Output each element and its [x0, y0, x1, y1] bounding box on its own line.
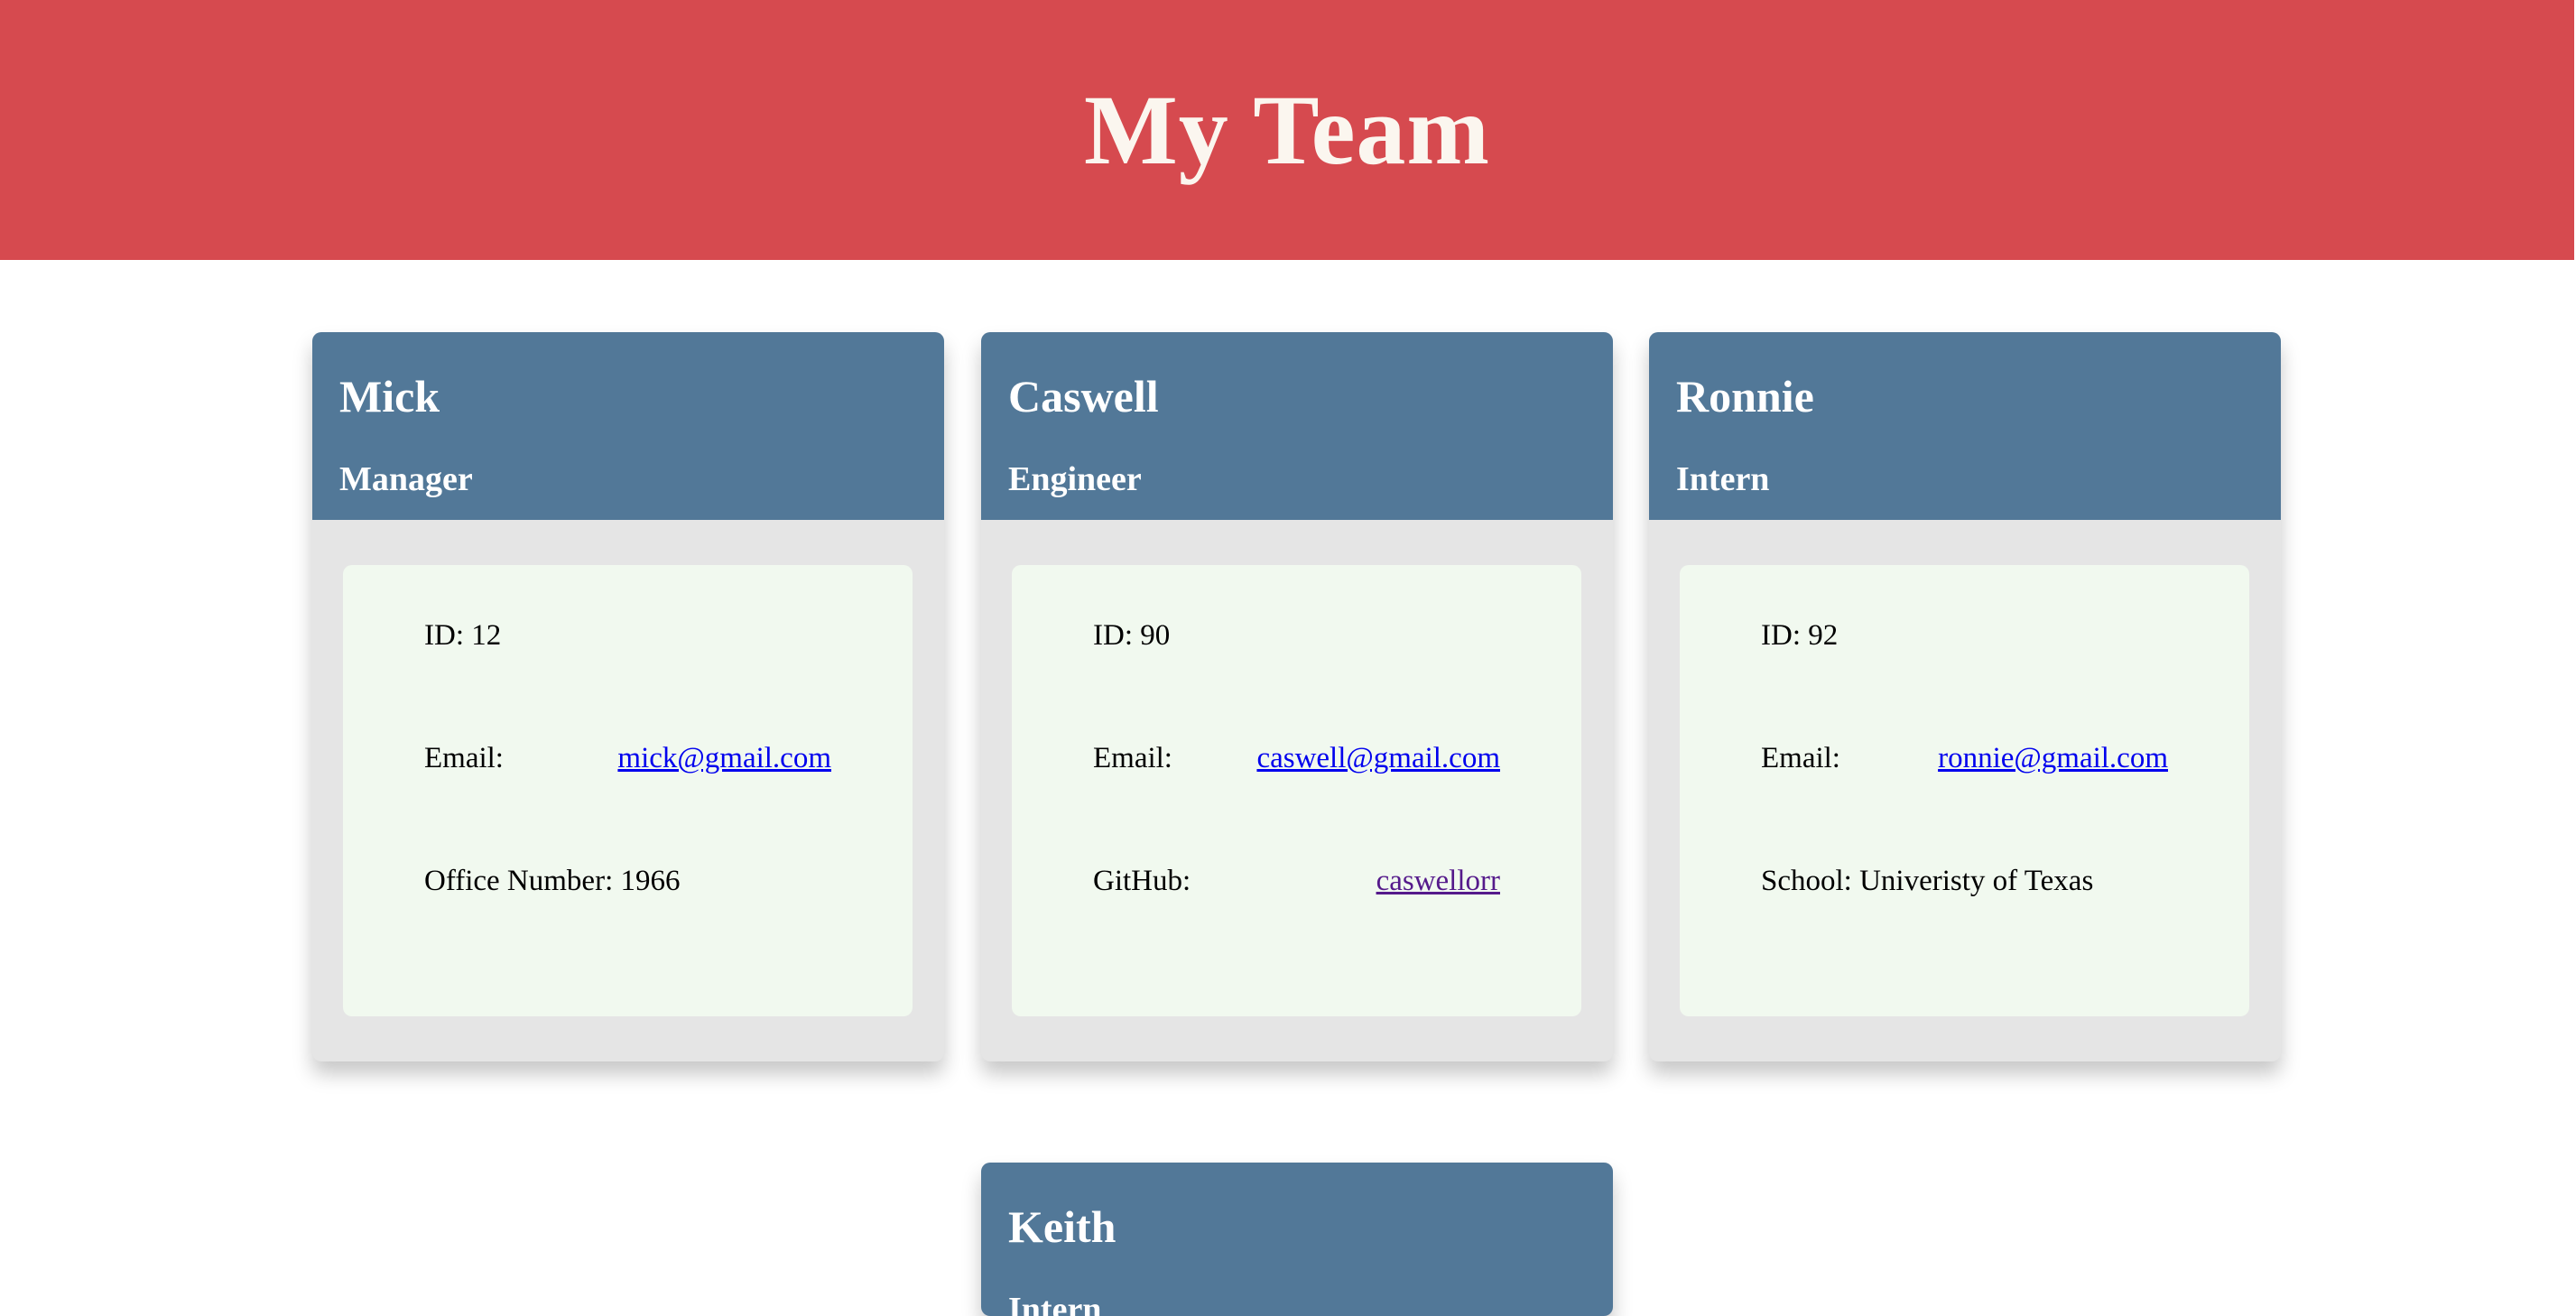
employee-id: ID: 12 — [424, 619, 502, 652]
email-row: Email: caswell@gmail.com — [1093, 742, 1500, 865]
email-label: Email: — [424, 742, 504, 774]
employee-card-ronnie: Ronnie Intern ID: 92 Email: ronnie@gmail… — [1649, 332, 2281, 1061]
employee-info: ID: 12 Email: mick@gmail.com Office Numb… — [343, 565, 913, 1016]
card-header: Mick Manager — [312, 332, 944, 520]
employee-role: Intern — [1008, 1291, 1102, 1316]
github-label: GitHub: — [1093, 865, 1191, 897]
github-row: GitHub: caswellorr — [1093, 865, 1500, 987]
office-number: Office Number: 1966 — [424, 865, 681, 897]
github-link[interactable]: caswellorr — [1376, 865, 1500, 898]
office-row: Office Number: 1966 — [424, 865, 831, 987]
employee-name: Keith — [1008, 1201, 1117, 1252]
employee-card-caswell: Caswell Engineer ID: 90 Email: caswell@g… — [981, 332, 1613, 1061]
card-body: ID: 92 Email: ronnie@gmail.com School: U… — [1649, 520, 2281, 1061]
id-row: ID: 92 — [1761, 619, 2168, 742]
card-header: Keith Intern — [981, 1163, 1613, 1316]
employee-role: Intern — [1676, 460, 1770, 498]
employee-id: ID: 92 — [1761, 619, 1839, 652]
school-row: School: Univeristy of Texas — [1761, 865, 2168, 987]
email-label: Email: — [1761, 742, 1840, 774]
email-row: Email: ronnie@gmail.com — [1761, 742, 2168, 865]
card-body: ID: 12 Email: mick@gmail.com Office Numb… — [312, 520, 944, 1061]
employee-name: Mick — [339, 371, 440, 422]
card-header: Ronnie Intern — [1649, 332, 2281, 520]
employee-card-mick: Mick Manager ID: 12 Email: mick@gmail.co… — [312, 332, 944, 1061]
employee-role: Engineer — [1008, 460, 1142, 498]
employee-role: Manager — [339, 460, 473, 498]
email-link[interactable]: mick@gmail.com — [617, 742, 831, 775]
employee-card-keith: Keith Intern — [981, 1163, 1613, 1316]
page-header: My Team — [0, 0, 2574, 260]
page-title: My Team — [1083, 74, 1491, 185]
employee-id: ID: 90 — [1093, 619, 1171, 652]
card-body: ID: 90 Email: caswell@gmail.com GitHub: … — [981, 520, 1613, 1061]
employee-name: Ronnie — [1676, 371, 1814, 422]
id-row: ID: 12 — [424, 619, 831, 742]
employee-info: ID: 90 Email: caswell@gmail.com GitHub: … — [1012, 565, 1581, 1016]
email-row: Email: mick@gmail.com — [424, 742, 831, 865]
employee-name: Caswell — [1008, 371, 1159, 422]
email-link[interactable]: caswell@gmail.com — [1256, 742, 1500, 775]
email-label: Email: — [1093, 742, 1172, 774]
id-row: ID: 90 — [1093, 619, 1500, 742]
employee-info: ID: 92 Email: ronnie@gmail.com School: U… — [1680, 565, 2249, 1016]
school: School: Univeristy of Texas — [1761, 865, 2094, 897]
card-header: Caswell Engineer — [981, 332, 1613, 520]
email-link[interactable]: ronnie@gmail.com — [1938, 742, 2168, 775]
